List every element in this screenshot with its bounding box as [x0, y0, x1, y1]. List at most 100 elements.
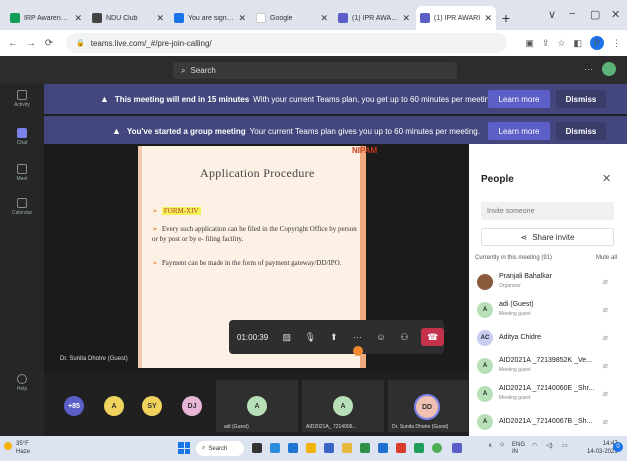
url-field[interactable]: 🔒 teams.live.com/_#/pre-join-calling/: [66, 33, 508, 53]
edge-icon[interactable]: [288, 443, 298, 453]
slide-title: Application Procedure: [200, 166, 315, 180]
participant-row[interactable]: AC Aditya Chidre ⌀: [475, 326, 619, 350]
weather-widget[interactable]: 35°F Haze: [16, 440, 30, 456]
invite-input[interactable]: Invite someone: [481, 202, 614, 220]
battery-icon[interactable]: ▭: [562, 442, 568, 449]
bullet-arrow-icon: ➢: [152, 259, 158, 267]
tab-title: (1) IPR AWARENES: [352, 14, 399, 22]
mic-muted-icon[interactable]: ⌀: [603, 361, 608, 370]
close-tab-icon[interactable]: ✕: [402, 13, 410, 24]
rail-help[interactable]: Help: [0, 374, 44, 392]
minimize-window-icon[interactable]: ∨: [548, 8, 556, 21]
profile-avatar[interactable]: P: [590, 36, 604, 50]
chrome-icon[interactable]: [432, 443, 442, 453]
participant-role: Meeting guest: [499, 311, 531, 317]
close-tab-icon[interactable]: ✕: [74, 13, 82, 24]
rail-chat[interactable]: Chat: [0, 128, 44, 146]
browser-tab[interactable]: You are signed in✕: [170, 6, 250, 30]
browser-tab[interactable]: IRP Awareness - G✕: [6, 6, 86, 30]
participant-row[interactable]: A AID2021A _72139852K _Ve... Meeting guest…: [475, 354, 619, 378]
mic-muted-icon[interactable]: ⌀: [603, 389, 608, 398]
more-options-icon[interactable]: ···: [584, 64, 593, 74]
new-tab-button[interactable]: +: [498, 6, 514, 30]
windows-start-icon[interactable]: [178, 442, 190, 454]
share-icon[interactable]: ⬆: [325, 327, 343, 347]
excel-icon[interactable]: [414, 443, 424, 453]
sidepanel-icon[interactable]: ◧: [573, 38, 582, 49]
file-explorer-icon[interactable]: [306, 443, 316, 453]
mic-muted-icon[interactable]: ⌀: [603, 417, 608, 426]
back-icon[interactable]: ←: [6, 38, 20, 49]
learn-more-button[interactable]: Learn more: [488, 90, 550, 108]
camera-off-icon[interactable]: ▨: [278, 327, 296, 347]
rail-activity[interactable]: Activity: [0, 90, 44, 108]
taskbar-search[interactable]: ⌕ Search: [196, 441, 244, 456]
extension-icon[interactable]: ▣: [525, 38, 534, 49]
close-tab-icon[interactable]: ✕: [156, 13, 164, 24]
mute-all-button[interactable]: Mute all: [596, 255, 617, 261]
close-tab-icon[interactable]: ✕: [238, 13, 246, 24]
close-tab-icon[interactable]: ✕: [320, 13, 328, 24]
share-invite-button[interactable]: ⋖ Share invite: [481, 228, 614, 246]
language-indicator[interactable]: ENG IN: [512, 442, 525, 456]
participant-row[interactable]: Aadi (Guest) Meeting guest ⌀: [475, 298, 619, 322]
rail-calendar[interactable]: Calendar: [0, 198, 44, 216]
minimize-icon[interactable]: −: [569, 8, 575, 20]
participant-bubble[interactable]: A: [104, 396, 124, 416]
participant-row[interactable]: A AID2021A _72140060E _Shr... Meeting gues…: [475, 382, 619, 406]
dismiss-button[interactable]: Dismiss: [556, 90, 606, 108]
mic-muted-icon[interactable]: ⌀: [603, 277, 608, 286]
address-bar: ← → ⟳ 🔒 teams.live.com/_#/pre-join-calli…: [0, 30, 627, 56]
app-icon[interactable]: [342, 443, 352, 453]
participant-row[interactable]: Pranjali Bahalkar Organizer ⌀: [475, 270, 619, 294]
forward-icon[interactable]: →: [24, 38, 38, 49]
participant-row[interactable]: A AID2021A _72140067B _Sh... ⌀: [475, 410, 619, 434]
tray-chevron-icon[interactable]: ∧: [488, 442, 492, 449]
app-icon[interactable]: [360, 443, 370, 453]
close-icon[interactable]: ✕: [602, 172, 611, 185]
notification-icon[interactable]: 0: [613, 442, 623, 452]
maximize-icon[interactable]: ▢: [590, 8, 600, 21]
close-tab-icon[interactable]: ✕: [484, 13, 492, 24]
tab-title: (1) IPR AWARI: [434, 14, 481, 22]
people-icon[interactable]: ⚇: [396, 327, 414, 347]
reload-icon[interactable]: ⟳: [42, 38, 56, 49]
mic-off-icon[interactable]: 🎙: [302, 327, 320, 347]
more-icon[interactable]: ···: [349, 327, 367, 347]
network-icon[interactable]: ⬦: [500, 442, 504, 449]
taskbar-search-label: Search: [208, 445, 228, 452]
learn-more-button[interactable]: Learn more: [488, 122, 550, 140]
participant-bubble[interactable]: DJ: [182, 396, 202, 416]
browser-tab[interactable]: (1) IPR AWARENES✕: [334, 6, 414, 30]
section-title[interactable]: Currently in this meeting (91): [475, 255, 552, 261]
store-icon[interactable]: [324, 443, 334, 453]
bullet-text: Payment can be made in the form of payme…: [161, 259, 342, 267]
participant-bubble[interactable]: SY: [142, 396, 162, 416]
volume-icon[interactable]: ◁): [546, 442, 553, 449]
overflow-participants[interactable]: +85: [64, 396, 84, 416]
teams-app-icon[interactable]: [270, 443, 280, 453]
share-page-icon[interactable]: ⇪: [542, 38, 550, 49]
dismiss-button[interactable]: Dismiss: [556, 122, 606, 140]
task-view-icon[interactable]: [252, 443, 262, 453]
wifi-icon[interactable]: ◠: [532, 442, 537, 449]
leave-call-icon[interactable]: ☎: [421, 328, 445, 346]
mic-muted-icon[interactable]: ⌀: [603, 333, 608, 342]
browser-tab[interactable]: NDU Club ✕: [88, 6, 168, 30]
browser-menu-icon[interactable]: ⋮: [612, 38, 621, 49]
teams-icon[interactable]: [452, 443, 462, 453]
reactions-icon[interactable]: ☺: [372, 327, 390, 347]
close-window-icon[interactable]: ✕: [611, 8, 620, 21]
mic-muted-icon[interactable]: ⌀: [603, 305, 608, 314]
participant-name: adi (Guest): [499, 301, 534, 308]
rail-label: Meet: [16, 176, 28, 182]
browser-tab[interactable]: (1) IPR AWARI ✕: [416, 6, 496, 30]
browser-tab[interactable]: Google ✕: [252, 6, 332, 30]
powerpoint-icon[interactable]: [396, 443, 406, 453]
bookmark-icon[interactable]: ☆: [557, 38, 565, 49]
word-icon[interactable]: [378, 443, 388, 453]
share-invite-label: Share invite: [532, 232, 575, 242]
user-avatar[interactable]: [600, 60, 618, 78]
search-input[interactable]: ⌕ Search: [173, 62, 457, 79]
rail-meet[interactable]: Meet: [0, 164, 44, 182]
